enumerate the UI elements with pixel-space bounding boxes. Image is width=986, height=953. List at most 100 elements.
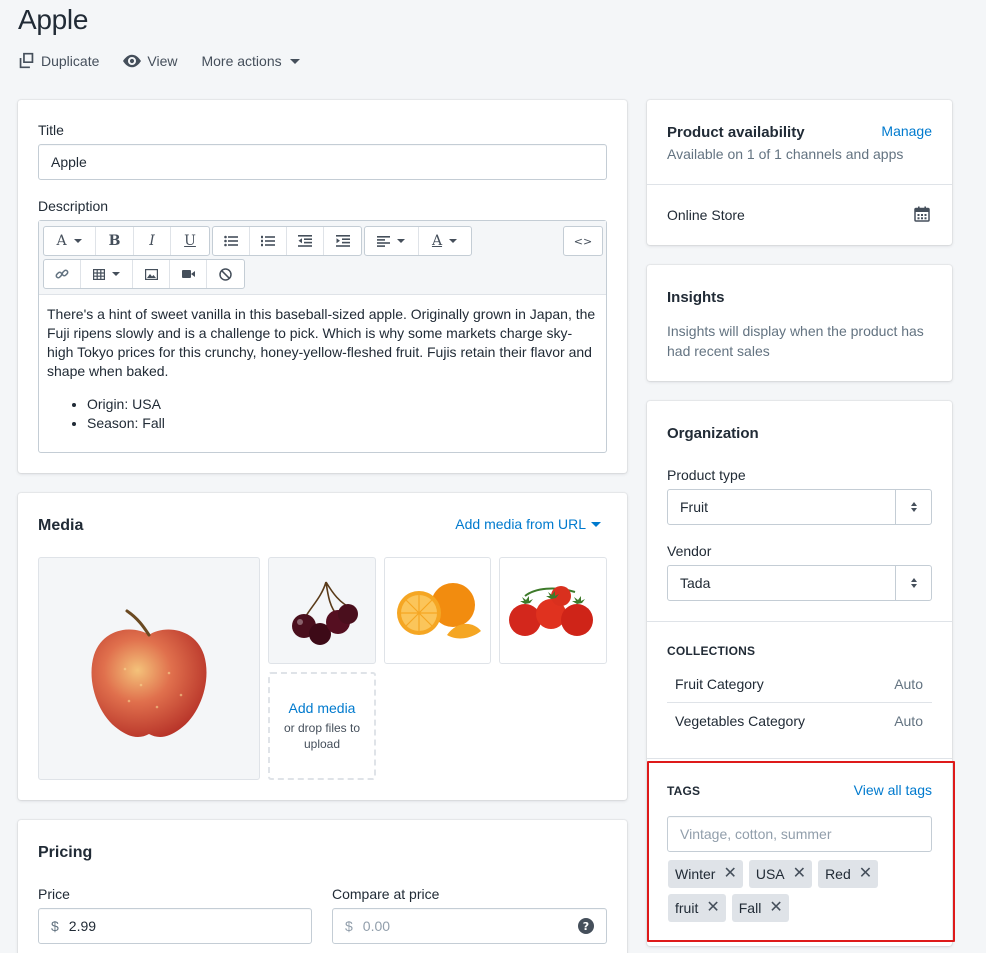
compare-at-price-label: Compare at price	[332, 886, 440, 902]
tag-label: USA	[755, 866, 785, 882]
organization-card: Organization Product type Fruit Vendor T…	[647, 401, 952, 946]
tag-label: fruit	[675, 900, 699, 916]
select-arrows-icon	[895, 566, 931, 600]
image-icon	[144, 268, 158, 280]
remove-tag-icon[interactable]: ✕	[859, 866, 872, 882]
underline-button[interactable]: U	[171, 227, 209, 255]
video-icon	[181, 270, 195, 278]
duplicate-icon	[19, 52, 34, 69]
media-card: Media Add media from URL Add media or dr…	[18, 493, 627, 800]
media-dropzone[interactable]: Add media or drop files to upload	[268, 672, 376, 780]
vendor-select[interactable]: Tada	[667, 565, 932, 601]
divider	[647, 621, 952, 622]
divider	[647, 758, 952, 759]
duplicate-label: Duplicate	[41, 52, 100, 69]
italic-glyph: I	[149, 233, 155, 249]
title-input[interactable]: Apple	[38, 144, 607, 180]
tags-input-placeholder: Vintage, cotton, summer	[680, 826, 832, 842]
bullet-list-button[interactable]	[213, 227, 250, 255]
text-color-button[interactable]: A	[419, 227, 471, 255]
collection-row[interactable]: Fruit Category Auto	[675, 676, 923, 692]
media-image-oranges[interactable]	[384, 557, 491, 664]
organization-heading: Organization	[667, 425, 759, 442]
tag-chip: Winter ✕	[668, 860, 743, 888]
remove-tag-icon[interactable]: ✕	[706, 900, 719, 916]
divider	[647, 184, 952, 185]
insert-group	[43, 259, 245, 289]
tag-label: Red	[825, 866, 851, 882]
page-actions: Duplicate View More actions	[18, 52, 302, 69]
channel-online-store: Online Store	[667, 207, 745, 223]
insert-image-button[interactable]	[133, 260, 170, 288]
calendar-icon[interactable]	[914, 206, 930, 222]
numbered-list-icon	[261, 235, 275, 247]
price-currency: $	[51, 918, 59, 934]
caret-down-icon	[591, 522, 601, 527]
insights-text: Insights will display when the product h…	[667, 323, 924, 359]
compare-at-price-input[interactable]: $ 0.00 ?	[332, 908, 607, 944]
insights-card: Insights Insights will display when the …	[647, 265, 952, 381]
price-value: 2.99	[68, 918, 97, 934]
add-media-from-url-link[interactable]: Add media from URL	[455, 516, 601, 532]
price-input[interactable]: $ 2.99	[38, 908, 312, 944]
font-button[interactable]: A	[44, 227, 96, 255]
align-button[interactable]	[365, 227, 419, 255]
outdent-icon	[298, 235, 312, 247]
compare-currency: $	[345, 918, 353, 934]
view-all-tags-link[interactable]: View all tags	[854, 782, 932, 798]
tag-chip: Fall ✕	[731, 894, 789, 922]
product-type-value: Fruit	[680, 499, 708, 515]
view-button[interactable]: View	[123, 53, 177, 69]
more-actions-button[interactable]: More actions	[201, 53, 301, 69]
collections-heading: COLLECTIONS	[667, 644, 756, 658]
list-group	[212, 226, 362, 256]
page-title: Apple	[18, 4, 89, 35]
description-content[interactable]: There's a hint of sweet vanilla in this …	[39, 295, 606, 443]
numbered-list-button[interactable]	[250, 227, 287, 255]
clear-formatting-button[interactable]	[207, 260, 244, 288]
add-media-link[interactable]: Add media	[289, 700, 356, 716]
italic-button[interactable]: I	[134, 227, 171, 255]
indent-button[interactable]	[324, 227, 361, 255]
apple-image	[91, 609, 207, 737]
insert-video-button[interactable]	[170, 260, 207, 288]
price-label: Price	[38, 886, 70, 902]
description-label: Description	[38, 198, 109, 214]
title-input-value: Apple	[51, 154, 87, 170]
remove-tag-icon[interactable]: ✕	[723, 866, 736, 882]
availability-subtitle: Available on 1 of 1 channels and apps	[667, 146, 904, 162]
outdent-button[interactable]	[287, 227, 324, 255]
insert-link-button[interactable]	[44, 260, 81, 288]
remove-tag-icon[interactable]: ✕	[793, 866, 806, 882]
eye-icon	[123, 54, 142, 67]
collection-row[interactable]: Vegetables Category Auto	[675, 713, 923, 729]
link-icon	[55, 269, 69, 279]
tag-list: Winter ✕ USA ✕ Red ✕ fruit ✕ Fall ✕	[668, 860, 938, 928]
html-glyph: <>	[573, 234, 593, 248]
tags-input[interactable]: Vintage, cotton, summer	[667, 816, 932, 852]
product-type-select[interactable]: Fruit	[667, 489, 932, 525]
media-image-tomatoes[interactable]	[499, 557, 607, 664]
help-icon[interactable]: ?	[578, 918, 594, 934]
manage-link[interactable]: Manage	[881, 123, 932, 139]
show-html-button[interactable]: <>	[564, 227, 602, 255]
clear-formatting-icon	[219, 267, 232, 281]
caret-down-icon	[73, 239, 82, 243]
cherries-image	[292, 581, 358, 645]
collection-status: Auto	[894, 676, 923, 692]
vendor-value: Tada	[680, 575, 711, 591]
remove-tag-icon[interactable]: ✕	[769, 900, 782, 916]
media-image-apple[interactable]	[38, 557, 260, 780]
duplicate-button[interactable]: Duplicate	[18, 52, 99, 69]
font-glyph: A	[56, 233, 67, 249]
caret-down-icon	[289, 58, 300, 64]
pricing-card: Pricing Price $ 2.99 Compare at price $ …	[18, 820, 627, 953]
product-details-card: Title Apple Description A B I U A <> The…	[18, 100, 627, 473]
insert-table-button[interactable]	[81, 260, 133, 288]
description-editor: A B I U A <> There's a hint of sweet van…	[38, 220, 607, 453]
divider	[667, 702, 932, 703]
bold-button[interactable]: B	[96, 227, 134, 255]
tomatoes-image	[509, 585, 593, 636]
description-bullet: Season: Fall	[87, 414, 598, 433]
media-image-cherries[interactable]	[268, 557, 376, 664]
